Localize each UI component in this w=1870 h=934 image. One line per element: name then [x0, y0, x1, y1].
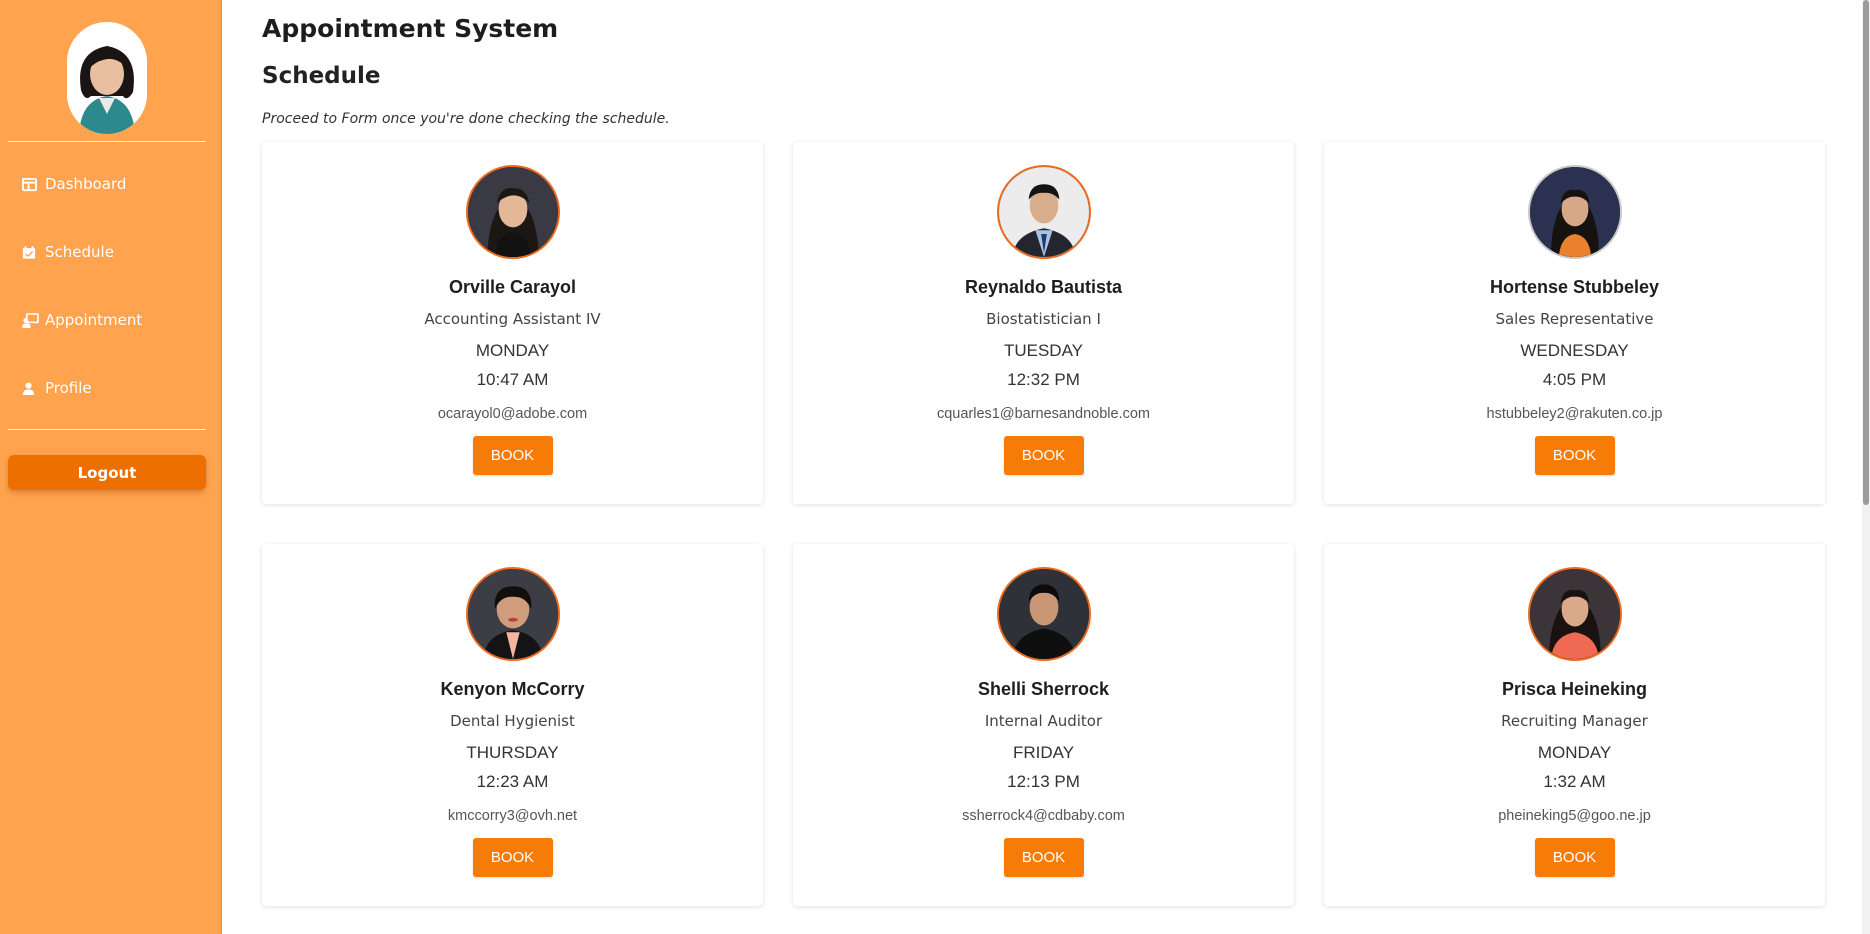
staff-photo: [465, 567, 560, 661]
schedule-card: Reynaldo Bautista Biostatistician I TUES…: [793, 142, 1294, 504]
schedule-day: MONDAY: [1537, 743, 1612, 762]
book-button[interactable]: BOOK: [1003, 838, 1084, 877]
book-button[interactable]: BOOK: [1003, 436, 1084, 475]
page-subtitle: Proceed to Form once you're done checkin…: [262, 111, 670, 127]
nav-appointment-label: Appointment: [45, 311, 143, 329]
staff-role: Biostatistician I: [986, 310, 1101, 328]
staff-name: Shelli Sherrock: [977, 679, 1110, 699]
staff-role: Internal Auditor: [984, 712, 1103, 730]
schedule-day: MONDAY: [475, 341, 550, 360]
schedule-day: THURSDAY: [466, 743, 559, 762]
dashboard-icon: [22, 177, 37, 192]
user-avatar[interactable]: [67, 22, 147, 134]
staff-role: Accounting Assistant IV: [424, 310, 601, 328]
sidebar: Dashboard Schedule Appointment Profile L…: [0, 0, 222, 934]
schedule-card: Kenyon McCorry Dental Hygienist THURSDAY…: [262, 544, 763, 906]
scrollbar[interactable]: [1862, 0, 1870, 934]
sidebar-divider: [8, 429, 206, 430]
book-button[interactable]: BOOK: [472, 436, 553, 475]
nav-dashboard-label: Dashboard: [45, 175, 127, 193]
staff-photo: [1527, 567, 1622, 661]
staff-email: ssherrock4@cdbaby.com: [962, 808, 1125, 824]
logout-button[interactable]: Logout: [8, 455, 206, 490]
staff-email: pheineking5@goo.ne.jp: [1498, 808, 1651, 824]
nav-appointment[interactable]: Appointment: [22, 308, 142, 332]
staff-name: Prisca Heineking: [1501, 679, 1648, 699]
schedule-time: 12:32 PM: [1007, 370, 1080, 389]
schedule-day: WEDNESDAY: [1520, 341, 1629, 360]
schedule-day: FRIDAY: [1012, 743, 1075, 762]
calendar-icon: [22, 245, 37, 260]
schedule-grid: Orville Carayol Accounting Assistant IV …: [262, 142, 1828, 906]
staff-photo: [465, 165, 560, 259]
staff-role: Recruiting Manager: [1501, 712, 1648, 730]
scrollbar-thumb[interactable]: [1863, 0, 1869, 505]
staff-name: Reynaldo Bautista: [964, 277, 1123, 297]
appointment-icon: [22, 312, 39, 328]
nav-profile[interactable]: Profile: [22, 376, 92, 400]
book-button[interactable]: BOOK: [1534, 838, 1615, 877]
staff-name: Hortense Stubbeley: [1489, 277, 1660, 297]
schedule-card: Hortense Stubbeley Sales Representative …: [1324, 142, 1825, 504]
schedule-day: TUESDAY: [1003, 341, 1084, 360]
staff-email: cquarles1@barnesandnoble.com: [936, 406, 1151, 422]
app-title: Appointment System: [262, 14, 559, 43]
schedule-time: 12:23 AM: [476, 772, 549, 791]
schedule-time: 4:05 PM: [1542, 370, 1607, 389]
staff-name: Orville Carayol: [448, 277, 577, 297]
book-button[interactable]: BOOK: [1534, 436, 1615, 475]
staff-name: Kenyon McCorry: [440, 679, 585, 699]
nav-schedule[interactable]: Schedule: [22, 240, 114, 264]
schedule-time: 12:13 PM: [1007, 772, 1080, 791]
schedule-card: Prisca Heineking Recruiting Manager MOND…: [1324, 544, 1825, 906]
schedule-card: Orville Carayol Accounting Assistant IV …: [262, 142, 763, 504]
staff-role: Sales Representative: [1495, 310, 1654, 328]
schedule-time: 10:47 AM: [476, 370, 549, 389]
staff-photo: [1527, 165, 1622, 259]
nav-profile-label: Profile: [45, 379, 92, 397]
staff-email: hstubbeley2@rakuten.co.jp: [1486, 406, 1663, 422]
book-button[interactable]: BOOK: [472, 838, 553, 877]
schedule-time: 1:32 AM: [1543, 772, 1606, 791]
page-title: Schedule: [262, 63, 381, 89]
user-avatar-photo: [67, 22, 147, 134]
staff-photo: [996, 165, 1091, 259]
schedule-card: Shelli Sherrock Internal Auditor FRIDAY …: [793, 544, 1294, 906]
nav-dashboard[interactable]: Dashboard: [22, 172, 126, 196]
user-icon: [22, 381, 37, 396]
staff-email: ocarayol0@adobe.com: [437, 406, 588, 422]
staff-role: Dental Hygienist: [450, 712, 575, 730]
staff-photo: [996, 567, 1091, 661]
sidebar-divider: [8, 141, 206, 142]
staff-email: kmccorry3@ovh.net: [447, 808, 578, 824]
nav-schedule-label: Schedule: [45, 243, 114, 261]
